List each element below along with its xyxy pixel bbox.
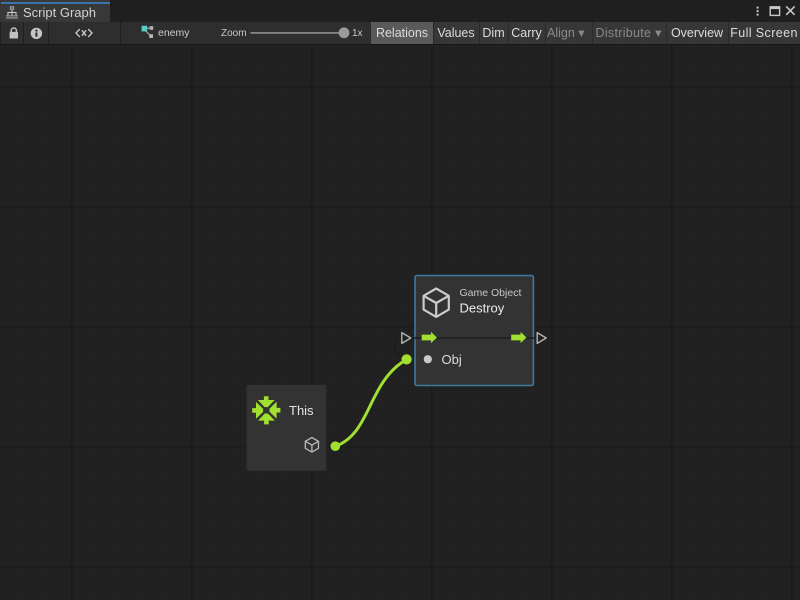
svg-text:Game Object: Game Object xyxy=(460,287,522,299)
svg-text:Destroy: Destroy xyxy=(460,301,505,316)
svg-text:This: This xyxy=(289,403,314,418)
svg-text:Obj: Obj xyxy=(442,352,462,367)
